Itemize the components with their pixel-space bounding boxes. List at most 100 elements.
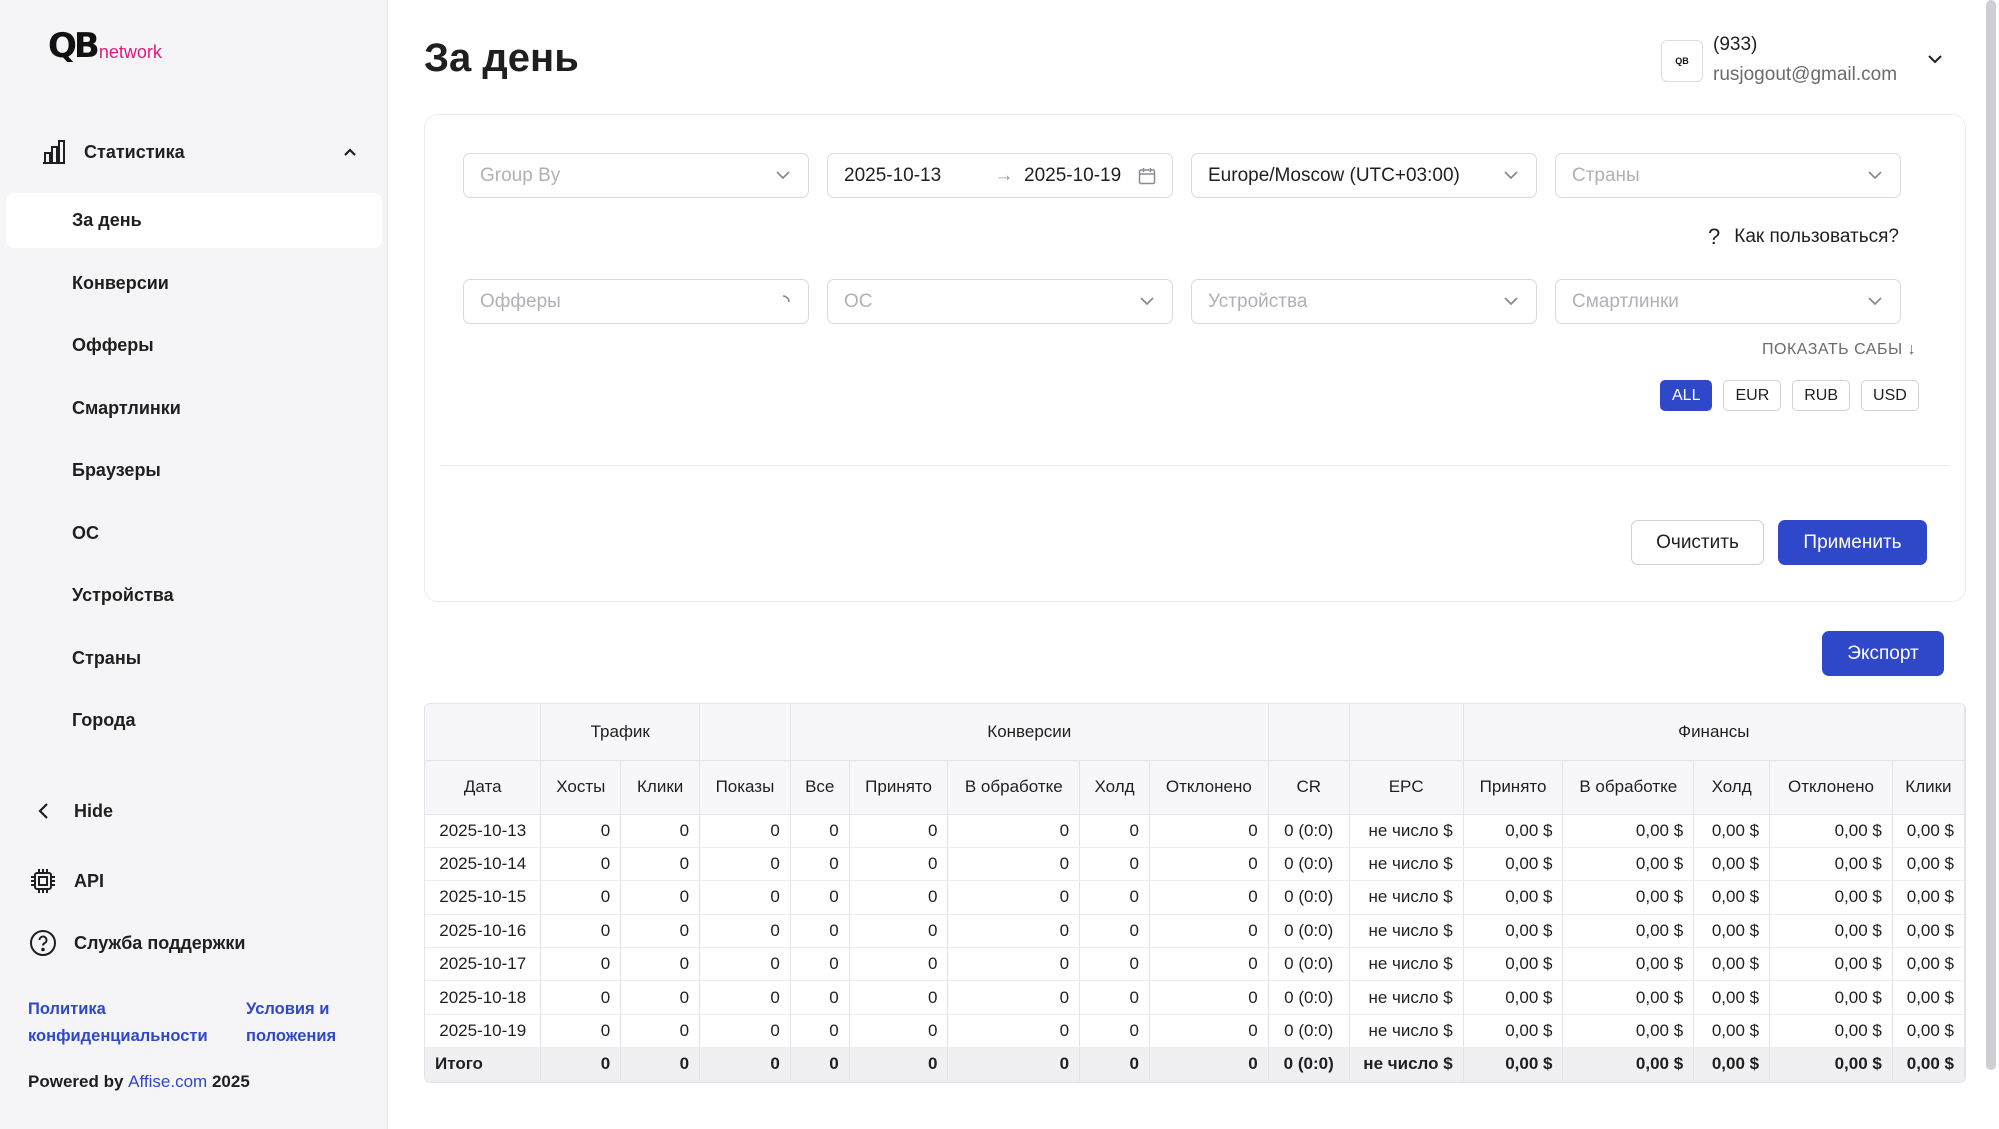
question-mark-icon: ? [1708, 224, 1721, 249]
table-cell: не число $ [1349, 880, 1464, 915]
group-by-select[interactable]: Group By [463, 153, 809, 198]
apply-button[interactable]: Применить [1778, 520, 1927, 565]
table-cell: 0,00 $ [1562, 847, 1695, 882]
clear-button[interactable]: Очистить [1631, 520, 1764, 565]
table-cell: 0,00 $ [1463, 847, 1564, 882]
table-cell: 0 [849, 814, 949, 848]
date-range-picker[interactable]: 2025-10-13 → 2025-10-19 [827, 153, 1173, 198]
table-row: 2025-10-16 0 0 0 0 0 0 0 0 0 (0:0) не число $0,00 … [425, 914, 1965, 949]
table-cell: 0,00 $ [1769, 947, 1893, 982]
column-header[interactable]: В обработке [947, 760, 1081, 815]
table-cell: 0 [1149, 980, 1269, 1015]
chevron-up-icon[interactable] [340, 142, 360, 162]
sidebar-item-os[interactable]: ОС [6, 506, 382, 561]
chevron-down-icon[interactable] [1924, 48, 1946, 70]
user-menu[interactable]: QB (933) rusjogout@gmail.com [1661, 30, 1897, 90]
date-from[interactable]: 2025-10-13 [844, 165, 984, 187]
table-cell: 0,00 $ [1892, 1014, 1965, 1049]
table-cell: 0 [620, 847, 701, 882]
table-group-header: Трафик Конверсии Финансы [425, 704, 1965, 761]
scrollbar[interactable] [1986, 0, 1996, 1070]
privacy-link[interactable]: Политика конфиденциальности [28, 996, 228, 1050]
currency-all-button[interactable]: ALL [1660, 380, 1713, 411]
sidebar-item-cities[interactable]: Города [6, 693, 382, 748]
column-header[interactable]: Принято [849, 760, 949, 815]
table-total-row: Итого 0 0 0 0 0 0 0 0 0 (0:0) не число $0,00 $0,00… [425, 1047, 1965, 1082]
sidebar-item-smartlinks[interactable]: Смартлинки [6, 381, 382, 436]
column-header[interactable]: Клики [620, 760, 701, 815]
sidebar-item-browsers[interactable]: Браузеры [6, 443, 382, 498]
table-cell: 0,00 $ [1693, 947, 1771, 982]
column-header[interactable]: CR [1268, 760, 1350, 815]
nav-section-label: Статистика [84, 141, 185, 162]
powered-prefix: Powered by [28, 1072, 124, 1091]
os-select[interactable]: ОС [827, 279, 1173, 324]
currency-usd-button[interactable]: USD [1861, 380, 1919, 411]
table-cell: 0,00 $ [1769, 880, 1893, 915]
support-link[interactable]: Служба поддержки [28, 928, 245, 958]
table-cell: 0 [947, 947, 1081, 982]
table-cell: 0,00 $ [1562, 880, 1695, 915]
devices-select[interactable]: Устройства [1191, 279, 1537, 324]
table-cell: 0 [1079, 980, 1150, 1015]
column-header[interactable]: Отклонено [1769, 760, 1893, 815]
table-cell: не число $ [1349, 914, 1464, 949]
sidebar-item-daily[interactable]: За день [6, 193, 382, 248]
timezone-select[interactable]: Europe/Moscow (UTC+03:00) [1191, 153, 1537, 198]
table-cell: 0,00 $ [1463, 914, 1564, 949]
table-cell: 0 [620, 914, 701, 949]
column-header[interactable]: Дата [425, 760, 542, 815]
column-header[interactable]: Показы [699, 760, 791, 815]
hide-sidebar-button[interactable]: Hide [28, 796, 113, 826]
table-cell: 0,00 $ [1769, 1014, 1893, 1049]
show-subs-toggle[interactable]: ПОКАЗАТЬ САБЫ ↓ [1762, 341, 1916, 359]
date-to[interactable]: 2025-10-19 [1024, 165, 1138, 187]
column-header[interactable]: Отклонено [1149, 760, 1269, 815]
table-cell: 0 [947, 814, 1081, 848]
affise-link[interactable]: Affise.com [128, 1072, 207, 1091]
total-cell: 0 [540, 1047, 622, 1082]
table-cell: 0 [947, 914, 1081, 949]
currency-rub-button[interactable]: RUB [1792, 380, 1851, 411]
table-cell: 0 [790, 880, 850, 915]
chevron-down-icon [1866, 293, 1884, 311]
column-header[interactable]: Холд [1079, 760, 1150, 815]
os-placeholder: ОС [844, 290, 873, 312]
table-cell: 0 (0:0) [1268, 914, 1350, 949]
sidebar-item-devices[interactable]: Устройства [6, 568, 382, 623]
table-cell: 0,00 $ [1693, 914, 1771, 949]
table-cell: 0 [1079, 914, 1150, 949]
group-finance: Финансы [1463, 704, 1965, 761]
terms-link[interactable]: Условия и положения [246, 996, 376, 1050]
column-header[interactable]: Хосты [540, 760, 622, 815]
countries-select[interactable]: Страны [1555, 153, 1901, 198]
group-empty [1268, 704, 1350, 761]
table-cell: 2025-10-17 [425, 947, 542, 982]
table-cell: 0,00 $ [1463, 980, 1564, 1015]
table-cell: 0 [540, 914, 622, 949]
column-header[interactable]: В обработке [1562, 760, 1695, 815]
nav-section-statistics[interactable]: Статистика [40, 134, 360, 170]
export-button[interactable]: Экспорт [1822, 631, 1944, 676]
currency-switcher: ALL EUR RUB USD [1660, 380, 1919, 411]
how-to-use-link[interactable]: ? Как пользоваться? [1708, 224, 1899, 250]
table-cell: 0 [947, 980, 1081, 1015]
column-header[interactable]: Все [790, 760, 850, 815]
sidebar-item-conversions[interactable]: Конверсии [6, 256, 382, 311]
avatar: QB [1661, 40, 1703, 82]
column-header[interactable]: Принято [1463, 760, 1564, 815]
table-cell: 0 [699, 814, 791, 848]
table-cell: 0 (0:0) [1268, 847, 1350, 882]
table-cell: 0,00 $ [1693, 880, 1771, 915]
smartlinks-select[interactable]: Смартлинки [1555, 279, 1901, 324]
offers-select[interactable]: Офферы [463, 279, 809, 324]
sidebar-item-countries[interactable]: Страны [6, 631, 382, 686]
column-header[interactable]: Клики [1892, 760, 1965, 815]
column-header[interactable]: EPC [1349, 760, 1464, 815]
table-cell: 0,00 $ [1562, 980, 1695, 1015]
currency-eur-button[interactable]: EUR [1723, 380, 1782, 411]
logo[interactable]: QB network [48, 28, 162, 64]
column-header[interactable]: Холд [1693, 760, 1771, 815]
sidebar-item-offers[interactable]: Офферы [6, 318, 382, 373]
api-link[interactable]: API [28, 866, 104, 896]
